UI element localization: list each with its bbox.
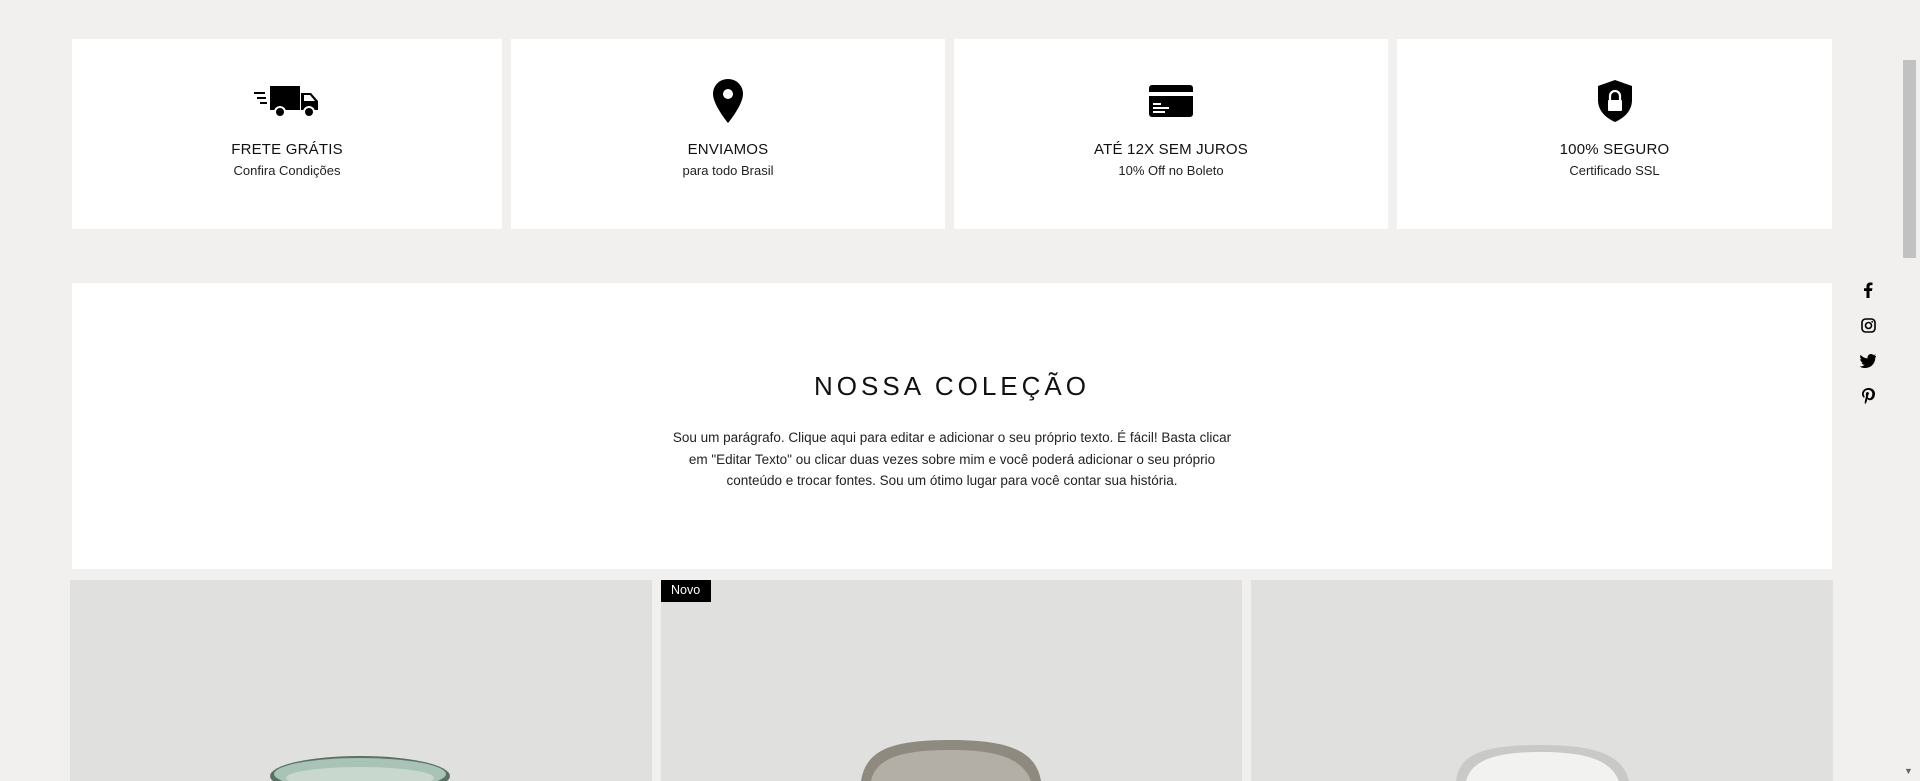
collection-heading: NOSSA COLEÇÃO [814,371,1090,401]
product-image[interactable] [1251,580,1833,781]
feature-installments: ATÉ 12X SEM JUROS 10% Off no Boleto [954,39,1388,229]
facebook-icon[interactable] [1856,272,1880,308]
collection-section: NOSSA COLEÇÃO Sou um parágrafo. Clique a… [72,283,1832,569]
product-image[interactable] [661,580,1242,781]
product-image[interactable] [70,580,652,781]
feature-subtitle: Certificado SSL [1569,163,1660,178]
map-pin-icon [712,79,744,123]
collection-paragraph: Sou um parágrafo. Clique aqui para edita… [672,430,1232,488]
product-card[interactable]: Novo [661,580,1242,781]
shield-lock-icon [1597,79,1632,123]
credit-card-icon [1149,79,1193,123]
twitter-icon[interactable] [1856,343,1880,379]
social-bar [1856,272,1880,414]
product-card[interactable] [70,580,652,781]
truck-icon [254,79,320,123]
feature-subtitle: 10% Off no Boleto [1118,163,1224,178]
feature-title: FRETE GRÁTIS [231,141,343,158]
scroll-down-arrow-icon[interactable]: ▼ [1904,766,1913,776]
scrollbar-thumb[interactable] [1903,60,1916,258]
instagram-icon[interactable] [1856,308,1880,344]
feature-subtitle: Confira Condições [233,163,341,178]
new-badge: Novo [661,580,712,602]
feature-shipping: ENVIAMOS para todo Brasil [511,39,945,229]
feature-free-shipping: FRETE GRÁTIS Confira Condições [72,39,502,229]
feature-title: ATÉ 12X SEM JUROS [1094,141,1248,158]
feature-title: ENVIAMOS [687,141,769,158]
product-card[interactable] [1251,580,1833,781]
feature-title: 100% SEGURO [1559,141,1670,158]
feature-secure: 100% SEGURO Certificado SSL [1397,39,1832,229]
features-strip: FRETE GRÁTIS Confira Condições ENVIAMOS … [72,39,1832,229]
pinterest-icon[interactable] [1856,379,1880,415]
feature-subtitle: para todo Brasil [682,163,774,178]
